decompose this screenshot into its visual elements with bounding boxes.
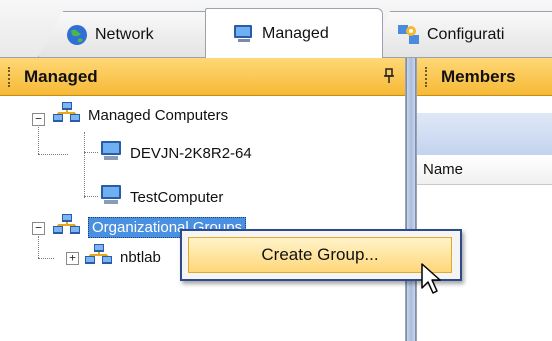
- members-panel-title: Members: [441, 66, 516, 86]
- tab-strip: Network Managed Configurati: [0, 0, 552, 58]
- tree-connector: [84, 152, 98, 153]
- collapse-organizational-groups-icon[interactable]: −: [32, 222, 45, 235]
- tree-connector: [38, 236, 39, 258]
- collapse-managed-computers-icon[interactable]: −: [32, 113, 45, 126]
- managed-tree: − Managed Computers DEVJN-2K8R2-64 TestC…: [0, 96, 405, 341]
- grip-handle-icon[interactable]: [8, 66, 14, 87]
- column-header-name[interactable]: Name: [417, 155, 552, 185]
- tree-item-label: TestComputer: [130, 188, 224, 206]
- expand-nbtlab-icon[interactable]: +: [66, 252, 79, 265]
- tab-managed[interactable]: Managed: [205, 8, 383, 58]
- tree-connector: [38, 258, 54, 259]
- tree-item-testcomputer[interactable]: TestComputer: [98, 184, 223, 210]
- network-group-icon: [52, 101, 82, 129]
- tree-item-label: Managed Computers: [88, 106, 229, 124]
- computer-icon: [98, 139, 124, 167]
- tree-connector: [84, 196, 98, 197]
- tree-item-label: nbtlab: [120, 248, 161, 266]
- monitor-icon: [232, 22, 256, 46]
- tab-network[interactable]: Network: [38, 11, 218, 57]
- tab-managed-label: Managed: [262, 24, 329, 42]
- mouse-cursor-icon: [421, 263, 441, 294]
- group-band: [417, 113, 552, 155]
- managed-panel-header: Managed: [0, 58, 405, 96]
- panel-title: Managed: [24, 66, 98, 86]
- tree-item-managed-computers[interactable]: Managed Computers: [52, 102, 228, 128]
- grip-handle-icon[interactable]: [425, 66, 431, 87]
- managed-panel: Managed − Managed Computers DEVJN-2K8R2-…: [0, 58, 406, 341]
- network-group-icon: [52, 213, 82, 241]
- tab-configuration-label: Configurati: [427, 25, 505, 43]
- members-panel: Members Name: [416, 58, 552, 341]
- members-panel-header: Members: [417, 58, 552, 96]
- tab-network-label: Network: [95, 25, 154, 43]
- tab-configuration[interactable]: Configurati: [370, 11, 552, 57]
- computer-icon: [98, 183, 124, 211]
- pin-icon[interactable]: [383, 68, 395, 88]
- tree-item-label: DEVJN-2K8R2-64: [130, 144, 252, 162]
- configuration-icon: [397, 23, 421, 47]
- menu-item-create-group[interactable]: Create Group...: [188, 237, 452, 273]
- globe-icon: [65, 23, 89, 47]
- panel-splitter[interactable]: [406, 58, 416, 341]
- network-group-icon: [84, 243, 114, 271]
- tree-connector: [84, 132, 85, 198]
- column-header-label: Name: [423, 161, 464, 178]
- tree-item-nbtlab[interactable]: nbtlab: [84, 244, 161, 270]
- menu-item-label: Create Group...: [261, 245, 379, 264]
- tree-connector: [38, 124, 39, 154]
- tree-item-devjn-2k8r2-64[interactable]: DEVJN-2K8R2-64: [98, 140, 252, 166]
- tree-connector: [38, 154, 68, 155]
